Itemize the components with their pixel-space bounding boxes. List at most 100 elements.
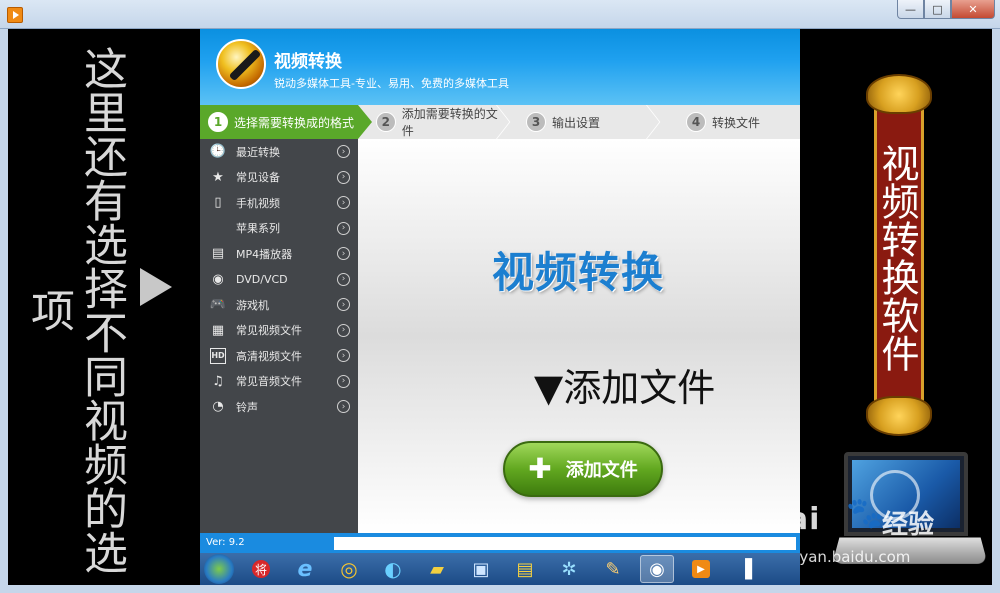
step-1[interactable]: 1 选择需要转换成的格式 <box>200 105 372 139</box>
menu-item-apple[interactable]: 苹果系列 › <box>200 216 358 242</box>
scroll-banner: 视频转换软件 <box>866 74 932 436</box>
apple-icon <box>210 220 226 236</box>
chrome-icon: ◎ <box>340 557 358 581</box>
music-note-icon: ♫ <box>212 373 224 389</box>
chevron-right-icon: › <box>337 298 350 311</box>
folder-icon: ▰ <box>430 558 444 580</box>
paint-icon: ✎ <box>605 558 621 580</box>
version-label: Ver: 9.2 <box>206 537 245 548</box>
mp4-player-icon: ▤ <box>211 246 225 262</box>
taskbar-app-paint[interactable]: ✎ <box>596 555 630 583</box>
menu-label: MP4播放器 <box>236 247 293 261</box>
menu-item-ringtone[interactable]: ◔ 铃声 › <box>200 394 358 420</box>
app-title: 视频转换 <box>274 52 342 72</box>
scroll-banner-body: 视频转换软件 <box>874 104 924 404</box>
window-frame-bottom <box>0 585 1000 593</box>
scroll-cap-bottom-icon <box>866 396 932 436</box>
media-player-icon: ▶ <box>692 560 710 578</box>
menu-label: 苹果系列 <box>236 222 280 236</box>
menu-item-dvd[interactable]: ◉ DVD/VCD › <box>200 267 358 293</box>
taskbar-app-ie[interactable]: e <box>288 555 322 583</box>
taskbar-app-folder-yellow[interactable]: ▰ <box>420 555 454 583</box>
phone-icon: ▯ <box>214 195 222 211</box>
menu-label: 常见音频文件 <box>236 375 302 389</box>
step-number: 2 <box>376 112 396 132</box>
paw-icon: 🐾 <box>846 496 884 531</box>
step-number: 1 <box>208 112 228 132</box>
add-file-button[interactable]: ✚ 添加文件 <box>503 441 663 497</box>
menu-item-video-files[interactable]: ▦ 常见视频文件 › <box>200 318 358 344</box>
remote-desktop-icon: ▣ <box>472 558 490 580</box>
chevron-right-icon: › <box>337 349 350 362</box>
menu-item-recent[interactable]: 🕒 最近转换 › <box>200 139 358 165</box>
progress-bar <box>334 537 796 550</box>
star-icon: ★ <box>212 169 224 185</box>
video-converter-taskbar-icon: ◉ <box>649 558 665 580</box>
left-caption: 这里还有选择不同视频的选项 <box>23 46 127 574</box>
app-header: 视频转换 锐动多媒体工具-专业、易用、免费的多媒体工具 <box>200 29 800 105</box>
menu-item-devices[interactable]: ★ 常见设备 › <box>200 165 358 191</box>
play-arrow-icon <box>140 268 172 306</box>
close-button[interactable]: ✕ <box>951 0 995 19</box>
chevron-right-icon: › <box>337 374 350 388</box>
taskbar-app-jiang[interactable]: 将 <box>244 555 278 583</box>
menu-label: 常见视频文件 <box>236 324 302 338</box>
taskbar-app-other[interactable]: ▐ <box>728 555 762 583</box>
player-app-icon[interactable] <box>7 7 23 23</box>
window-icon: ▐ <box>738 558 752 580</box>
menu-item-game[interactable]: 🎮 游戏机 › <box>200 292 358 318</box>
taskbar-app-explorer[interactable]: ▤ <box>508 555 542 583</box>
step-4[interactable]: 4 转换文件 <box>658 105 800 139</box>
step-label: 转换文件 <box>712 115 761 130</box>
film-icon: ▦ <box>211 322 225 338</box>
menu-item-hd[interactable]: HD 高清视频文件 › <box>200 343 358 369</box>
taskbar-app-browser[interactable]: ◐ <box>376 555 410 583</box>
main-content: 视频转换 ▼添加文件 ✚ 添加文件 <box>358 139 800 533</box>
add-file-hint: ▼添加文件 <box>534 366 716 410</box>
step-bar: 1 选择需要转换成的格式 2 添加需要转换的文件 3 输出设置 4 转换文件 <box>200 105 800 139</box>
scroll-cap-top-icon <box>866 74 932 114</box>
step-2[interactable]: 2 添加需要转换的文件 <box>358 105 508 139</box>
bell-icon: ◔ <box>212 399 224 415</box>
maximize-button[interactable]: □ <box>924 0 951 19</box>
taskbar-app-remote[interactable]: ▣ <box>464 555 498 583</box>
menu-label: 高清视频文件 <box>236 349 302 363</box>
disc-icon: ◉ <box>212 271 224 287</box>
menu-label: DVD/VCD <box>236 272 288 286</box>
step-arrow-icon <box>358 105 372 139</box>
chevron-right-icon: › <box>337 272 350 286</box>
gamepad-icon: 🎮 <box>209 297 227 313</box>
ie-browser-icon: e <box>297 556 313 582</box>
chevron-right-icon: › <box>337 323 350 337</box>
menu-label: 手机视频 <box>236 196 280 210</box>
chevron-right-icon: › <box>337 221 350 235</box>
taskbar-app-video-converter[interactable]: ◉ <box>640 555 674 583</box>
jiang-app-icon: 将 <box>252 560 270 578</box>
menu-item-mp4[interactable]: ▤ MP4播放器 › <box>200 241 358 267</box>
chevron-right-icon: › <box>337 196 350 209</box>
content-title: 视频转换 <box>492 248 665 297</box>
hd-icon: HD <box>210 347 226 364</box>
taskbar-app-player[interactable]: ▶ <box>684 555 718 583</box>
taskbar-app-spinner[interactable]: ✲ <box>552 555 586 583</box>
plus-icon: ✚ <box>528 452 552 485</box>
minimize-button[interactable]: — <box>897 0 924 19</box>
add-file-label: 添加文件 <box>565 460 638 481</box>
app-footer: Ver: 9.2 <box>200 533 800 553</box>
banner-text: 视频转换软件 <box>875 144 919 372</box>
video-converter-app: 视频转换 锐动多媒体工具-专业、易用、免费的多媒体工具 1 选择需要转换成的格式… <box>200 29 800 585</box>
pinwheel-icon: ✲ <box>561 558 577 580</box>
window-titlebar: — □ ✕ <box>0 0 1000 29</box>
window-controls: — □ ✕ <box>897 0 995 19</box>
chevron-right-icon: › <box>337 145 350 158</box>
file-explorer-icon: ▤ <box>516 558 534 580</box>
app-subtitle: 锐动多媒体工具-专业、易用、免费的多媒体工具 <box>274 77 509 90</box>
chevron-right-icon: › <box>337 170 350 184</box>
menu-item-audio[interactable]: ♫ 常见音频文件 › <box>200 369 358 395</box>
taskbar-app-chrome[interactable]: ◎ <box>332 555 366 583</box>
menu-label: 最近转换 <box>236 145 280 159</box>
clock-icon: 🕒 <box>209 144 227 160</box>
step-3[interactable]: 3 输出设置 <box>508 105 658 139</box>
start-button[interactable] <box>204 554 234 584</box>
menu-item-mobile[interactable]: ▯ 手机视频 › <box>200 190 358 216</box>
